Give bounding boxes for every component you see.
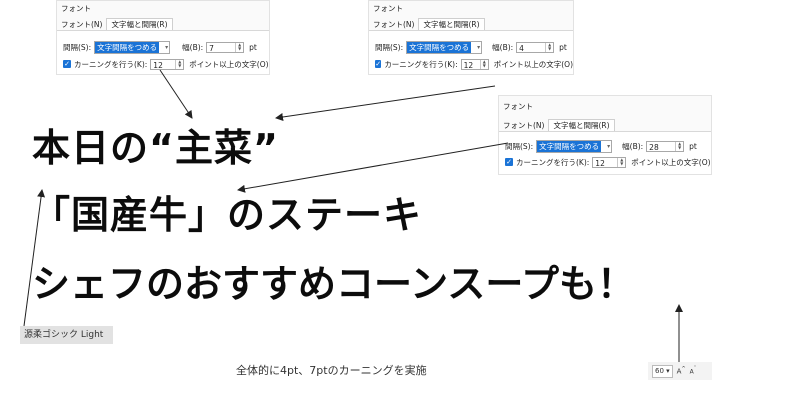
width-value: 28	[649, 142, 659, 152]
kerning-value: 12	[595, 158, 605, 168]
width-label: 幅(B):	[492, 42, 514, 52]
width-input[interactable]: 28 ▲ ▼	[646, 140, 685, 152]
unit-label: pt	[689, 141, 697, 151]
tab-font[interactable]: フォント(N)	[57, 19, 106, 30]
font-dialog-2: フォント フォント(N) 文字幅と間隔(R) 間隔(S): 文字間隔をつめる ▾ …	[368, 0, 574, 75]
kerning-input[interactable]: 12 ▲ ▼	[150, 58, 185, 70]
width-input[interactable]: 4 ▲ ▼	[516, 41, 555, 53]
font-size-control: 60 ▾ A^ Aˇ	[648, 362, 712, 380]
spacing-label: 間隔(S):	[375, 42, 404, 52]
chevron-down-icon: ▾	[607, 142, 611, 150]
width-input[interactable]: 7 ▲ ▼	[206, 41, 245, 53]
width-value: 7	[209, 43, 214, 53]
kerning-checkbox[interactable]: ✓	[505, 158, 513, 166]
arrow-line	[275, 85, 496, 121]
headline-line-3: シェフのおすすめコーンスープも！	[32, 262, 636, 306]
kerning-label: カーニングを行う(K):	[74, 59, 148, 69]
kerning-label: カーニングを行う(K):	[516, 157, 590, 167]
kerning-value: 12	[153, 60, 163, 70]
dialog-title: フォント	[61, 4, 91, 13]
spinner-icon[interactable]: ▲ ▼	[617, 157, 625, 167]
kerning-input[interactable]: 12 ▲ ▼	[592, 156, 627, 168]
tab-font[interactable]: フォント(N)	[499, 120, 548, 131]
spinner-icon[interactable]: ▲ ▼	[479, 59, 488, 69]
kerning-suffix: ポイント以上の文字(O)	[493, 59, 573, 69]
font-size-select[interactable]: 60 ▾	[652, 364, 673, 378]
spacing-value: 文字間隔をつめる	[95, 41, 160, 53]
font-dialog-1: フォント フォント(N) 文字幅と間隔(R) 間隔(S): 文字間隔をつめる ▾ …	[56, 0, 270, 75]
dialog-title: フォント	[503, 102, 533, 111]
width-label: 幅(B):	[182, 42, 204, 52]
tab-spacing[interactable]: 文字幅と間隔(R)	[418, 18, 485, 30]
kerning-suffix: ポイント以上の文字(O)	[631, 157, 711, 167]
spinner-icon[interactable]: ▲ ▼	[545, 42, 553, 52]
font-dialog-3: フォント フォント(N) 文字幅と間隔(R) 間隔(S): 文字間隔をつめる ▾ …	[498, 95, 712, 175]
spacing-value: 文字間隔をつめる	[407, 41, 472, 53]
width-label: 幅(B):	[622, 141, 644, 151]
chevron-down-icon: ▾	[666, 366, 670, 375]
caption: 全体的に4pt、7ptのカーニングを実施	[236, 364, 427, 377]
spacing-value: 文字間隔をつめる	[537, 140, 602, 152]
spinner-icon[interactable]: ▲ ▼	[675, 141, 683, 151]
spinner-icon[interactable]: ▲ ▼	[175, 59, 183, 69]
tab-spacing[interactable]: 文字幅と間隔(R)	[106, 18, 173, 30]
kerning-checkbox[interactable]: ✓	[63, 60, 71, 68]
spacing-select[interactable]: 文字間隔をつめる ▾	[406, 40, 483, 54]
arrow-line	[159, 69, 193, 119]
tab-spacing[interactable]: 文字幅と間隔(R)	[548, 119, 615, 131]
headline-line-1: 本日の“主菜”	[32, 126, 279, 170]
shrink-font-button[interactable]: Aˇ	[690, 366, 697, 375]
unit-label: pt	[249, 42, 257, 52]
chevron-down-icon: ▾	[165, 43, 169, 51]
chevron-down-icon: ▾	[477, 43, 481, 51]
font-name-box: 源柔ゴシック Light	[20, 326, 113, 344]
spacing-select[interactable]: 文字間隔をつめる ▾	[94, 40, 171, 54]
spacing-label: 間隔(S):	[63, 42, 92, 52]
kerning-value: 12	[463, 60, 474, 70]
width-value: 4	[519, 43, 524, 53]
kerning-checkbox[interactable]: ✓	[375, 60, 382, 68]
tab-font[interactable]: フォント(N)	[369, 19, 418, 30]
kerning-input[interactable]: 12 ▲ ▼	[460, 58, 489, 70]
grow-font-button[interactable]: A^	[677, 366, 686, 375]
unit-label: pt	[559, 42, 567, 52]
spacing-select[interactable]: 文字間隔をつめる ▾	[536, 139, 613, 153]
dialog-title: フォント	[373, 4, 403, 13]
spinner-icon[interactable]: ▲ ▼	[235, 42, 243, 52]
headline-line-2: 「国産牛」のステーキ	[32, 193, 423, 237]
kerning-label: カーニングを行う(K):	[384, 59, 458, 69]
font-size-value: 60	[655, 366, 664, 375]
kerning-suffix: ポイント以上の文字(O)	[189, 59, 269, 69]
spacing-label: 間隔(S):	[505, 141, 534, 151]
